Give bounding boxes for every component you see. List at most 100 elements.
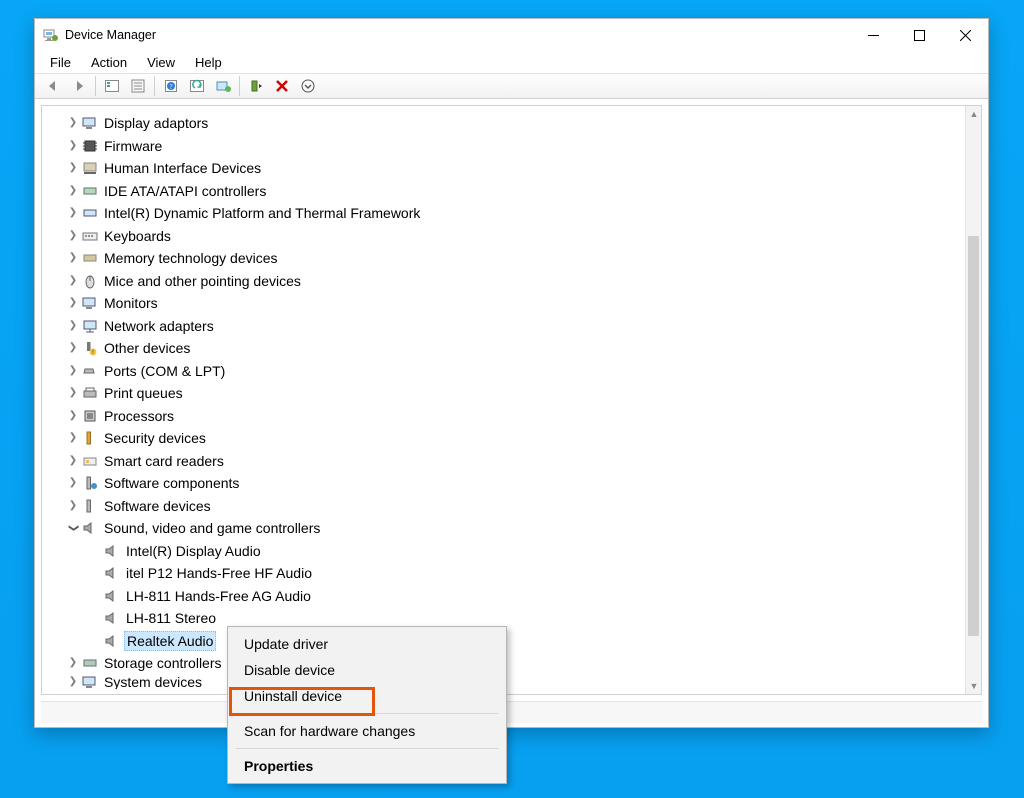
tree-node[interactable]: ❯ Keyboards (48, 225, 963, 248)
expand-icon[interactable]: ❯ (66, 343, 80, 353)
cpu-icon (82, 408, 98, 424)
tree-node[interactable]: ❯ ! Other devices (48, 337, 963, 360)
tree-node[interactable]: ❯ Memory technology devices (48, 247, 963, 270)
tree-node[interactable]: ❯ Software devices (48, 495, 963, 518)
scroll-down-icon[interactable]: ▼ (966, 678, 982, 694)
expand-icon[interactable]: ❯ (66, 253, 80, 263)
speaker-icon (104, 610, 120, 626)
expand-icon[interactable]: ❯ (66, 433, 80, 443)
menu-help[interactable]: Help (188, 54, 229, 71)
tree-node[interactable]: ❯ Network adapters (48, 315, 963, 338)
context-separator (236, 713, 498, 714)
show-hidden-button[interactable] (100, 75, 124, 97)
uninstall-device-button[interactable] (270, 75, 294, 97)
tree-node[interactable]: ❯ Monitors (48, 292, 963, 315)
enable-device-button[interactable] (244, 75, 268, 97)
tree-node-label: Ports (COM & LPT) (102, 362, 227, 380)
tree-node-expanded[interactable]: ❯ Sound, video and game controllers (48, 517, 963, 540)
keyboard-icon (82, 228, 98, 244)
memory-icon (82, 250, 98, 266)
context-properties[interactable]: Properties (230, 753, 504, 779)
window-title: Device Manager (65, 28, 156, 42)
expand-icon[interactable]: ❯ (66, 478, 80, 488)
tree-node-label: Processors (102, 407, 176, 425)
tree-node[interactable]: ❯ Display adaptors (48, 112, 963, 135)
tree-node-label: Software components (102, 474, 241, 492)
chip-icon (82, 138, 98, 154)
tree-child-node[interactable]: LH-811 Hands-Free AG Audio (48, 585, 963, 608)
expand-icon[interactable]: ❯ (66, 456, 80, 466)
context-separator (236, 748, 498, 749)
svg-text:?: ? (169, 83, 172, 91)
expand-icon[interactable]: ❯ (66, 163, 80, 173)
expand-icon[interactable]: ❯ (66, 677, 80, 687)
expand-icon[interactable]: ❯ (66, 388, 80, 398)
scrollbar[interactable]: ▲ ▼ (965, 106, 981, 694)
toolbar-more-icon[interactable] (296, 75, 320, 97)
expand-icon[interactable]: ❯ (66, 231, 80, 241)
hid-icon (82, 160, 98, 176)
context-disable-device[interactable]: Disable device (230, 657, 504, 683)
mouse-icon (82, 273, 98, 289)
menu-view[interactable]: View (140, 54, 182, 71)
update-driver-button[interactable] (211, 75, 235, 97)
tree-node[interactable]: ❯ Security devices (48, 427, 963, 450)
tree-node[interactable]: ❯ Smart card readers (48, 450, 963, 473)
tree-node-label: Security devices (102, 429, 208, 447)
menu-action[interactable]: Action (84, 54, 134, 71)
monitor-icon (82, 115, 98, 131)
tree-node-label: Display adaptors (102, 114, 210, 132)
expand-icon[interactable]: ❯ (66, 366, 80, 376)
expand-icon[interactable]: ❯ (66, 321, 80, 331)
printer-icon (82, 385, 98, 401)
speaker-icon (104, 588, 120, 604)
smartcard-icon (82, 453, 98, 469)
collapse-icon[interactable]: ❯ (68, 521, 78, 535)
thermal-icon (82, 205, 98, 221)
context-update-driver[interactable]: Update driver (230, 631, 504, 657)
tree-child-node[interactable]: Intel(R) Display Audio (48, 540, 963, 563)
minimize-button[interactable] (850, 20, 896, 50)
tree-node-label: Smart card readers (102, 452, 226, 470)
tree-node[interactable]: ❯ IDE ATA/ATAPI controllers (48, 180, 963, 203)
tree-node[interactable]: ❯ Processors (48, 405, 963, 428)
context-uninstall-device[interactable]: Uninstall device (230, 683, 504, 709)
tree-node-label: Intel(R) Display Audio (124, 542, 263, 560)
tree-node[interactable]: ❯ Human Interface Devices (48, 157, 963, 180)
scroll-up-icon[interactable]: ▲ (966, 106, 982, 122)
system-icon (82, 675, 98, 689)
scroll-thumb[interactable] (968, 236, 979, 636)
tree-node-label: System devices (102, 675, 204, 689)
menu-file[interactable]: File (43, 54, 78, 71)
close-button[interactable] (942, 20, 988, 50)
expand-icon[interactable]: ❯ (66, 411, 80, 421)
toolbar-separator (95, 76, 96, 96)
expand-icon[interactable]: ❯ (66, 298, 80, 308)
expand-icon[interactable]: ❯ (66, 501, 80, 511)
context-scan-hardware[interactable]: Scan for hardware changes (230, 718, 504, 744)
properties-button[interactable] (126, 75, 150, 97)
expand-icon[interactable]: ❯ (66, 208, 80, 218)
expand-icon[interactable]: ❯ (66, 141, 80, 151)
tree-node[interactable]: ❯ Print queues (48, 382, 963, 405)
expand-icon[interactable]: ❯ (66, 186, 80, 196)
tree-child-node[interactable]: itel P12 Hands-Free HF Audio (48, 562, 963, 585)
help-button[interactable]: ? (159, 75, 183, 97)
device-manager-window: Device Manager File Action View Help (34, 18, 989, 728)
maximize-button[interactable] (896, 20, 942, 50)
titlebar: Device Manager (35, 19, 988, 51)
tree-node[interactable]: ❯ Firmware (48, 135, 963, 158)
tree-node[interactable]: ❯ Intel(R) Dynamic Platform and Thermal … (48, 202, 963, 225)
tree-node[interactable]: ❯ Software components (48, 472, 963, 495)
tree-node-label: Software devices (102, 497, 213, 515)
expand-icon[interactable]: ❯ (66, 658, 80, 668)
forward-button[interactable] (67, 75, 91, 97)
context-menu: Update driver Disable device Uninstall d… (227, 626, 507, 784)
tree-node-label: LH-811 Stereo (124, 609, 218, 627)
tree-node[interactable]: ❯ Mice and other pointing devices (48, 270, 963, 293)
expand-icon[interactable]: ❯ (66, 118, 80, 128)
tree-node[interactable]: ❯ Ports (COM & LPT) (48, 360, 963, 383)
scan-hardware-button[interactable] (185, 75, 209, 97)
expand-icon[interactable]: ❯ (66, 276, 80, 286)
back-button[interactable] (41, 75, 65, 97)
